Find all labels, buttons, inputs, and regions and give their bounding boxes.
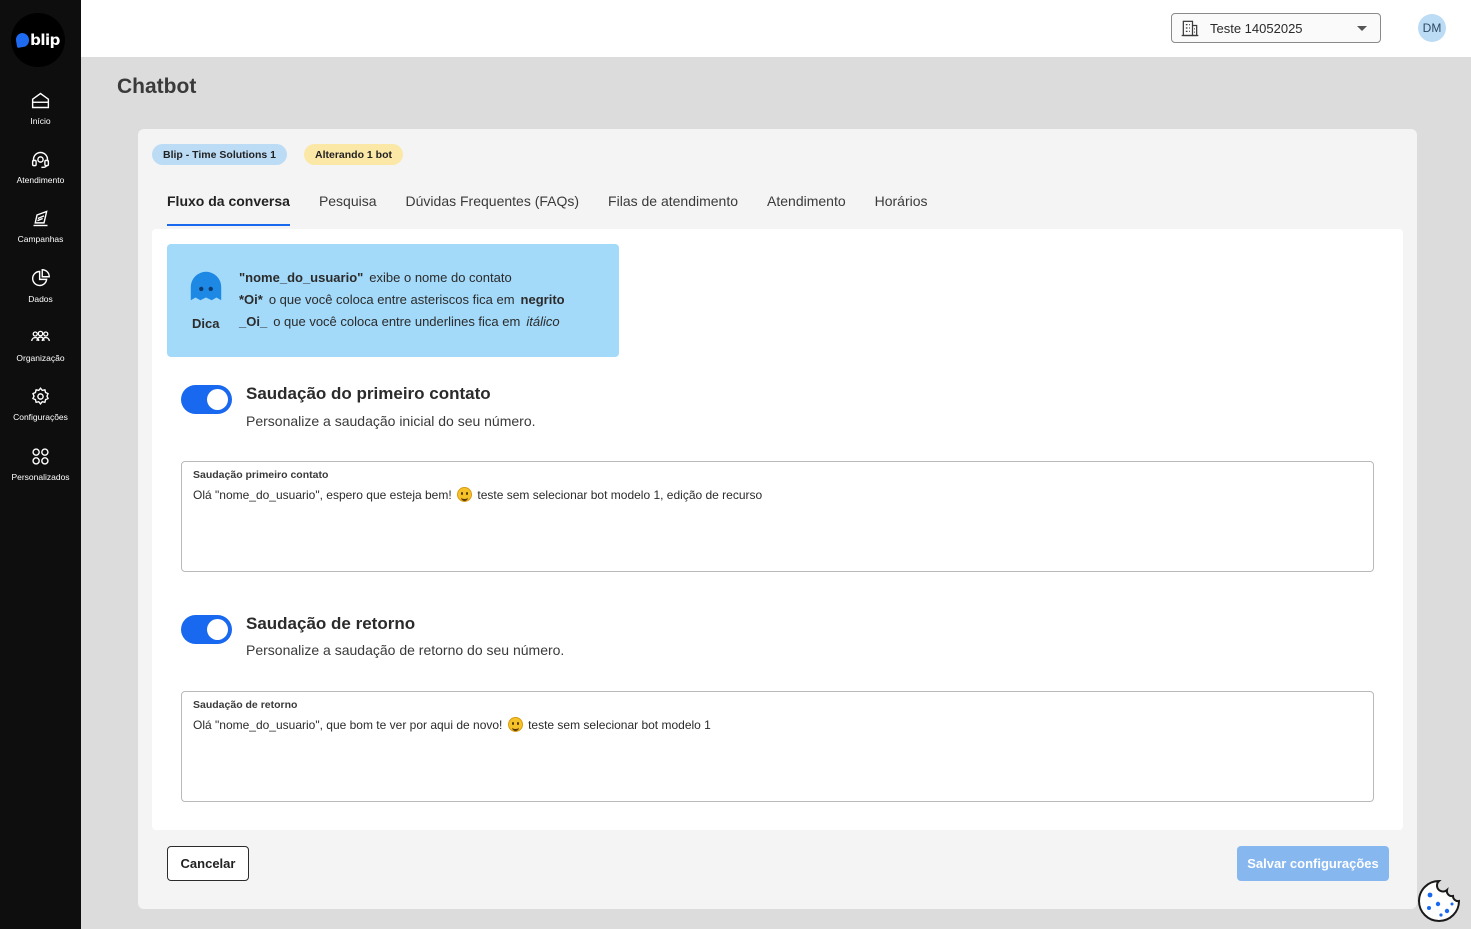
tip-line-2: *Oi* o que você coloca entre asteriscos f… [239, 289, 565, 311]
sidebar-item-label: Personalizados [11, 472, 70, 482]
topbar: Teste 14052025 DM [81, 0, 1471, 57]
field-value[interactable]: Olá "nome_do_usuario", espero que esteja… [193, 487, 762, 502]
sidebar-item-dados[interactable]: Dados [0, 268, 81, 320]
return-greeting-subtitle: Personalize a saudação de retorno do seu… [246, 642, 565, 658]
tip-text: exibe o nome do contato [369, 270, 512, 285]
toggle-knob [207, 389, 228, 410]
cookie-icon[interactable] [1416, 878, 1462, 924]
sidebar-item-inicio[interactable]: Início [0, 90, 81, 142]
field-text: Olá "nome_do_usuario", que bom te ver po… [193, 718, 503, 732]
field-value[interactable]: Olá "nome_do_usuario", que bom te ver po… [193, 717, 711, 732]
tab-atendimento[interactable]: Atendimento [767, 193, 846, 226]
tip-keyword: *Oi* [239, 292, 263, 307]
logo-text: blip [30, 31, 60, 49]
page-title: Chatbot [117, 75, 197, 98]
first-greeting-title: Saudação do primeiro contato [246, 384, 491, 403]
sidebar-item-label: Campanhas [17, 234, 64, 244]
blip-mascot-icon [190, 271, 222, 301]
tip-lines: "nome_do_usuario" exibe o nome do contato… [239, 267, 565, 333]
tab-filas-de-atendimento[interactable]: Filas de atendimento [608, 193, 738, 226]
smiling-face-emoji-icon [507, 717, 523, 732]
pie-chart-icon [31, 269, 50, 287]
tenant-select[interactable]: Teste 14052025 [1171, 13, 1381, 43]
tab-faqs[interactable]: Dúvidas Frequentes (FAQs) [406, 193, 580, 226]
tip-box: Dica "nome_do_usuario" exibe o nome do co… [167, 244, 619, 357]
sidebar-item-label: Atendimento [16, 175, 65, 185]
gear-icon [32, 387, 49, 406]
tab-fluxo-da-conversa[interactable]: Fluxo da conversa [167, 193, 290, 226]
sidebar-item-configuracoes[interactable]: Configurações [0, 386, 81, 438]
sidebar-item-personalizados[interactable]: Personalizados [0, 446, 81, 498]
sidebar-item-organizacao[interactable]: Organização [0, 327, 81, 379]
sidebar-item-atendimento[interactable]: Atendimento [0, 149, 81, 201]
sidebar-item-label: Configurações [13, 412, 68, 422]
bot-name-badge: Blip - Time Solutions 1 [152, 144, 287, 165]
first-greeting-field[interactable]: Saudação primeiro contato Olá "nome_do_u… [181, 461, 1374, 572]
tip-line-1: "nome_do_usuario" exibe o nome do contato [239, 267, 565, 289]
tip-label: Dica [192, 316, 220, 331]
cancel-button[interactable]: Cancelar [167, 846, 249, 881]
megaphone-icon [33, 210, 48, 227]
field-text: Olá "nome_do_usuario", espero que esteja… [193, 488, 452, 502]
return-greeting-title: Saudação de retorno [246, 614, 416, 633]
field-text: teste sem selecionar bot modelo 1 [528, 718, 711, 732]
sidebar-item-label: Dados [28, 294, 53, 304]
tip-emphasis: negrito [520, 292, 565, 307]
sidebar-item-campanhas[interactable]: Campanhas [0, 208, 81, 260]
tip-text: o que você coloca entre underlines fica … [273, 314, 521, 329]
field-label: Saudação de retorno [193, 699, 298, 711]
tip-keyword: _Oi_ [239, 314, 268, 329]
tab-pesquisa[interactable]: Pesquisa [319, 193, 377, 226]
building-icon [1181, 20, 1199, 37]
return-greeting-toggle[interactable] [181, 615, 232, 644]
grid-icon [32, 448, 49, 465]
group-icon [31, 330, 50, 342]
field-text: teste sem selecionar bot modelo 1, ediçã… [477, 488, 763, 502]
chevron-down-icon [1357, 26, 1367, 31]
sidebar-item-label: Início [30, 116, 51, 126]
field-label: Saudação primeiro contato [193, 469, 329, 481]
headset-icon [31, 151, 50, 169]
blip-bubble-icon [14, 31, 31, 49]
tip-emphasis: itálico [526, 314, 560, 329]
first-greeting-subtitle: Personalize a saudação inicial do seu nú… [246, 413, 536, 429]
tenant-label: Teste 14052025 [1210, 20, 1303, 36]
tip-text: o que você coloca entre asteriscos fica … [268, 292, 515, 307]
status-badge: Alterando 1 bot [304, 144, 404, 165]
tab-horarios[interactable]: Horários [875, 193, 928, 226]
return-greeting-field[interactable]: Saudação de retorno Olá "nome_do_usuario… [181, 691, 1374, 802]
home-icon [31, 92, 50, 109]
tab-bar: Fluxo da conversa Pesquisa Dúvidas Frequ… [167, 193, 957, 226]
tip-line-3: _Oi_ o que você coloca entre underlines f… [239, 311, 565, 333]
settings-card: Blip - Time Solutions 1 Alterando 1 bot … [138, 129, 1417, 909]
save-settings-button[interactable]: Salvar configurações [1237, 846, 1389, 881]
grinning-face-emoji-icon [457, 487, 473, 502]
tip-keyword: "nome_do_usuario" [239, 270, 364, 285]
sidebar: blip Início Atendimento Campanhas Dados … [0, 0, 81, 929]
first-greeting-toggle[interactable] [181, 385, 232, 414]
avatar[interactable]: DM [1418, 14, 1446, 42]
sidebar-item-label: Organização [16, 353, 65, 363]
blip-logo[interactable]: blip [11, 13, 65, 67]
tab-content: Dica "nome_do_usuario" exibe o nome do co… [152, 229, 1403, 830]
toggle-knob [207, 619, 228, 640]
